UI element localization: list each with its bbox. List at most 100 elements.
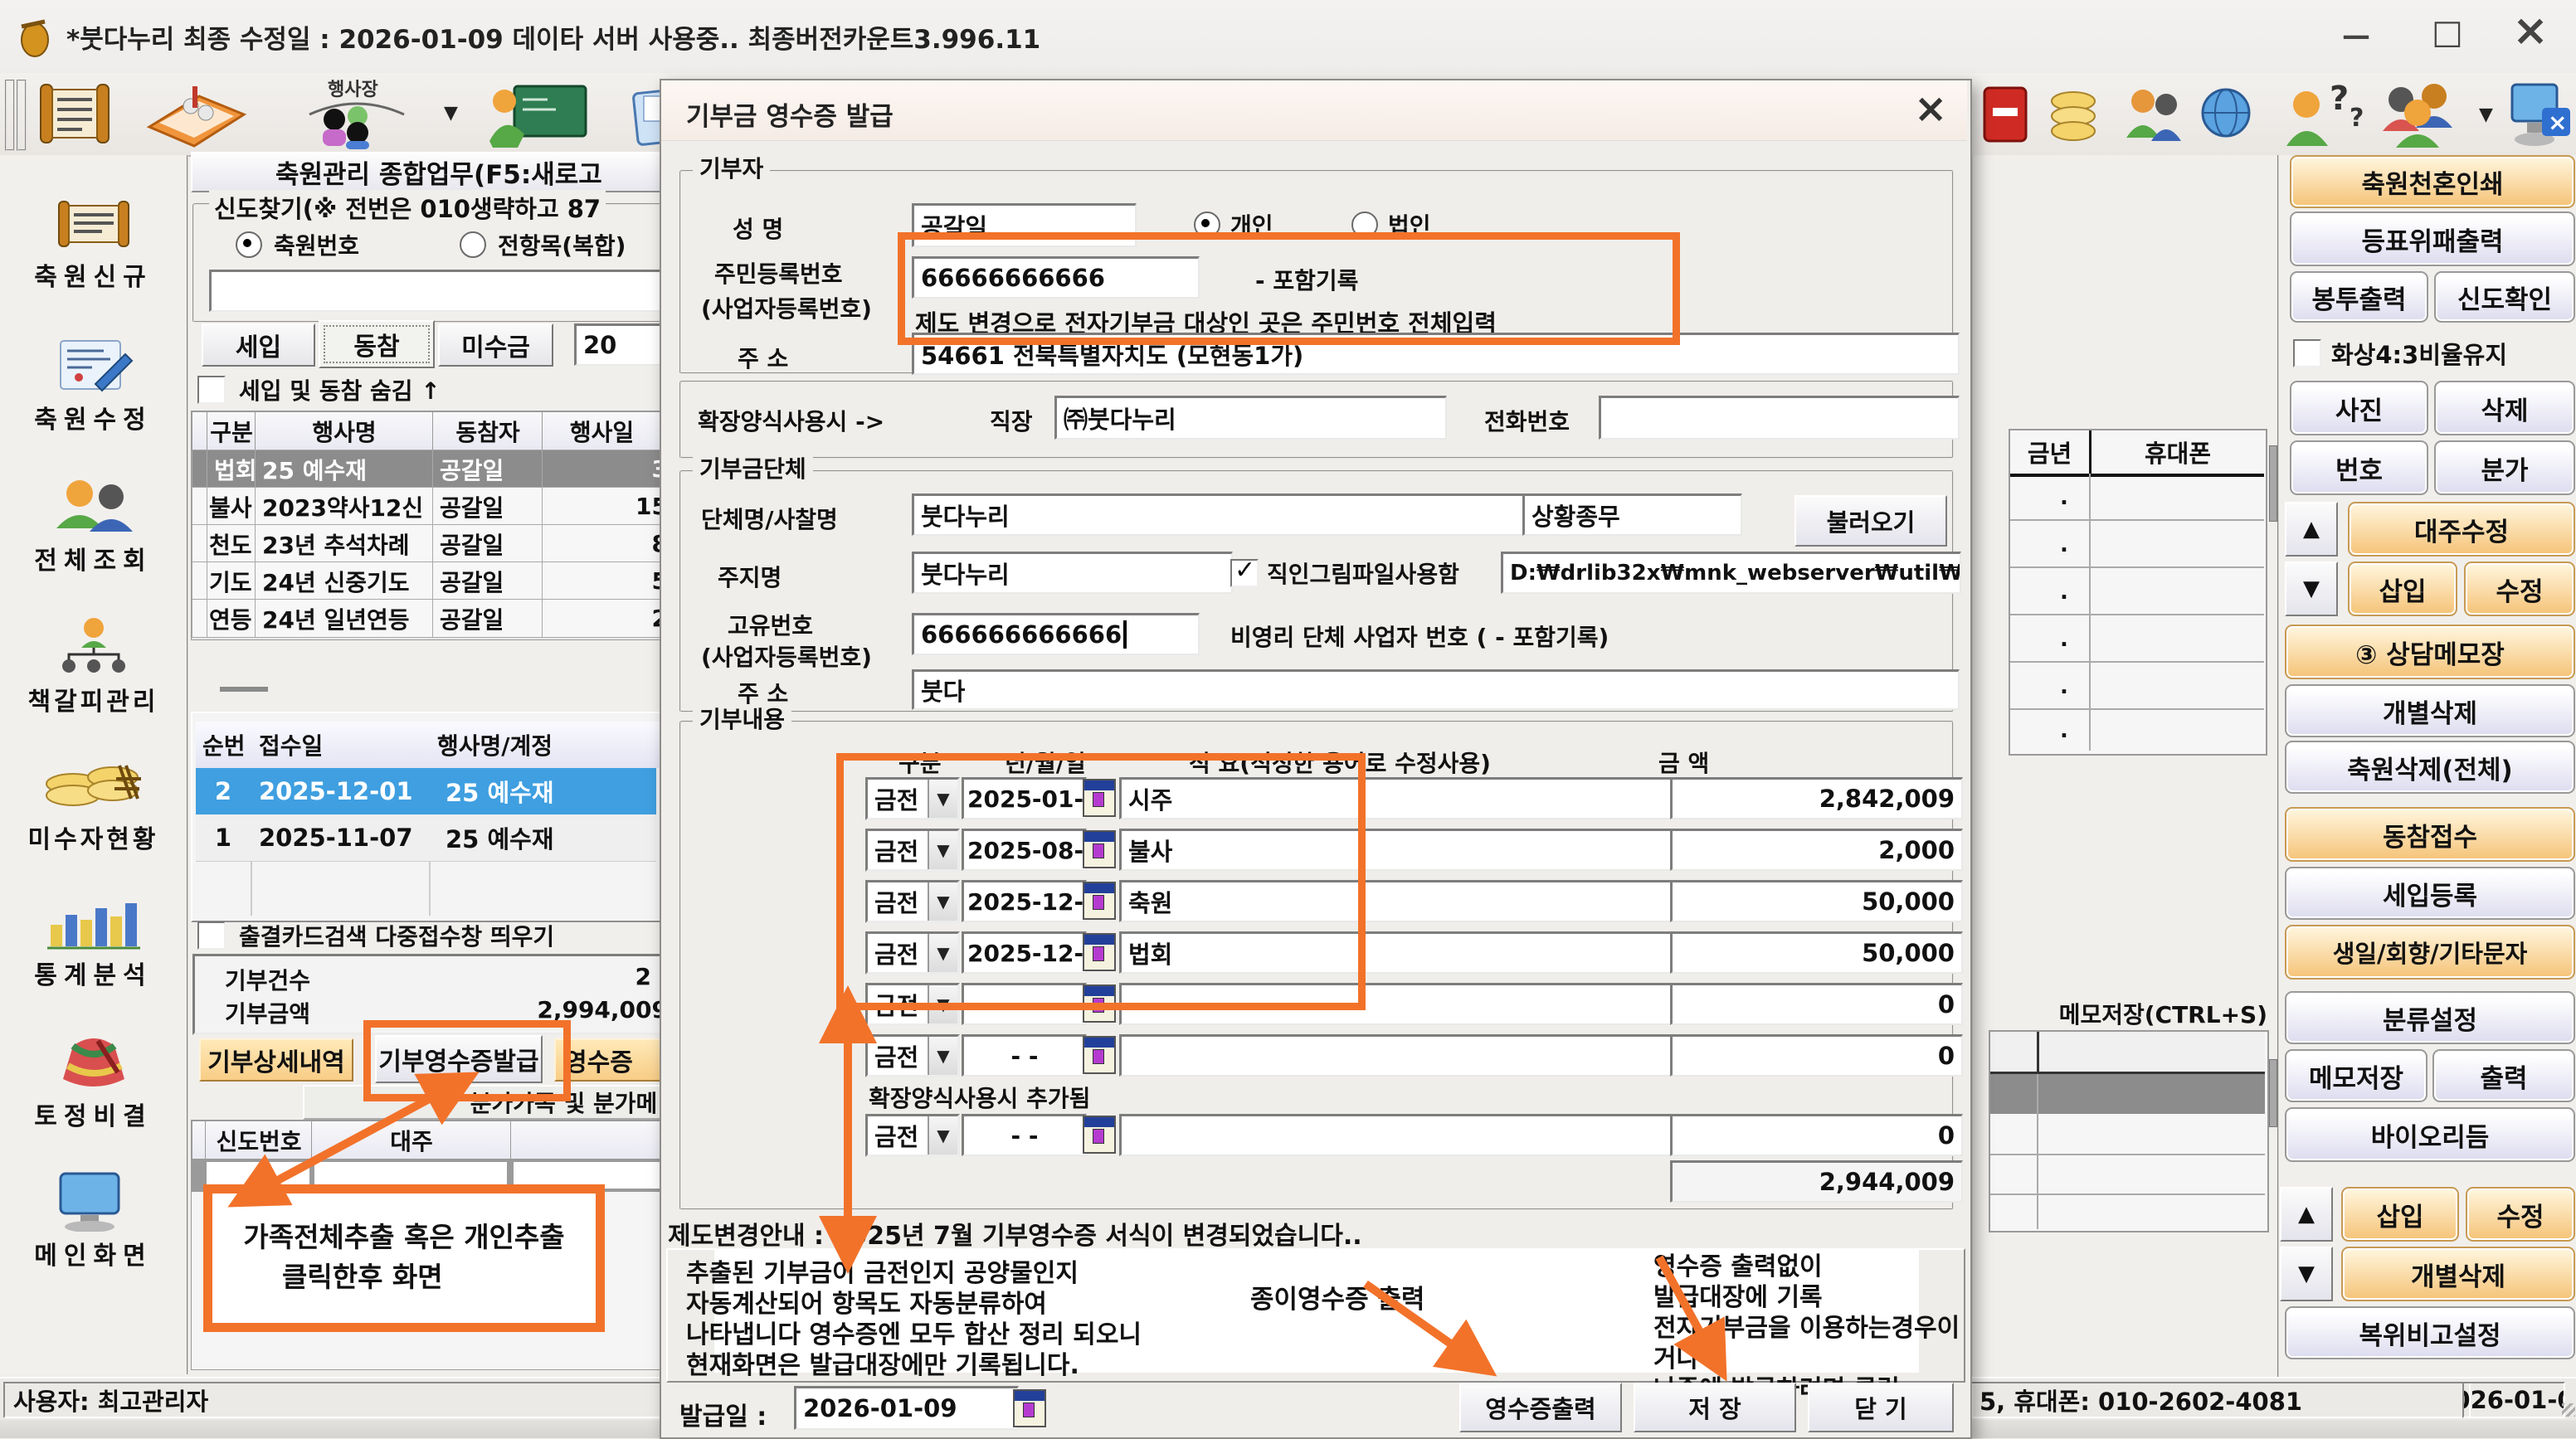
donation-date-input[interactable]: - - (962, 1034, 1087, 1077)
donation-date-input[interactable]: 2025-08-04 (962, 829, 1087, 871)
table-row[interactable]: 1 2025-11-07 25 예수재 (196, 814, 656, 862)
sidebar-item-unpaid[interactable]: 미수자현황 (0, 754, 187, 855)
toolbar-help-person-icon[interactable]: ?? (2273, 80, 2364, 153)
donation-desc-input[interactable]: 법회 (1119, 931, 1674, 974)
table-row[interactable]: 천도 23년 추석차례 공갈일 8 (192, 524, 660, 562)
blessing-print-button[interactable]: 축원천혼인쇄 (2290, 155, 2575, 208)
calendar-icon[interactable] (1083, 933, 1116, 971)
minimize-button[interactable]: — (2323, 13, 2389, 58)
toolbar-ledger-icon[interactable] (141, 81, 249, 151)
table-row[interactable] (1990, 1074, 2265, 1114)
table-row[interactable]: . (2010, 710, 2264, 751)
donation-amount-input[interactable]: 50,000 (1670, 880, 1963, 922)
toolbar-redbook-icon[interactable] (1981, 83, 2029, 149)
donation-desc-input[interactable] (1119, 983, 1674, 1025)
tab-unpaid[interactable]: 미수금 (438, 323, 553, 367)
donation-date-input[interactable]: - - (962, 983, 1087, 1025)
insert2-button[interactable]: 삽입 (2341, 1187, 2459, 1242)
scroll-up2-button[interactable]: ▲ (2280, 1187, 2333, 1242)
sms-button[interactable]: 생일/회향/기타문자 (2285, 925, 2575, 980)
table-row[interactable] (1990, 1155, 2265, 1195)
radio-blessing-number[interactable]: 축원번호 (236, 228, 359, 261)
toolbar-dropdown2-icon[interactable]: ▼ (2479, 105, 2493, 125)
scroll-down-button[interactable]: ▼ (2285, 562, 2338, 616)
table-row[interactable]: . (2010, 474, 2264, 521)
table-row[interactable]: . (2010, 521, 2264, 568)
donation-date-input[interactable]: 2025-01-14 (962, 777, 1087, 819)
category-button[interactable]: 분류설정 (2285, 991, 2575, 1044)
edit2-button[interactable]: 수정 (2466, 1187, 2575, 1242)
delete-each2-button[interactable]: 개별삭제 (2341, 1247, 2575, 1301)
calendar-icon[interactable] (1083, 882, 1116, 920)
donation-type-select[interactable]: 금전▼ (865, 777, 960, 820)
donation-detail-button[interactable]: 기부상세내역 (199, 1038, 353, 1082)
income-register-button[interactable]: 세입등록 (2285, 867, 2575, 920)
donation-type-select[interactable]: 금전▼ (865, 931, 960, 975)
edit-button[interactable]: 수정 (2464, 562, 2575, 616)
donation-date-input[interactable]: - - (962, 1114, 1087, 1156)
donation-type-select[interactable]: 금전▼ (865, 880, 960, 923)
toolbar-goldcoins-icon[interactable] (2045, 81, 2103, 151)
org-name-input[interactable]: 붓다누리 (912, 493, 1531, 536)
calendar-icon[interactable] (1083, 830, 1116, 868)
memo-pad-button[interactable]: ③ 상담메모장 (2285, 625, 2575, 679)
donation-type-select[interactable]: 금전▼ (865, 983, 960, 1026)
output-button[interactable]: 출력 (2432, 1049, 2575, 1102)
tablet-print-button[interactable]: 등표위패출력 (2290, 211, 2575, 266)
table-row[interactable] (1990, 1116, 2265, 1155)
calendar-icon[interactable] (1083, 1036, 1116, 1074)
tab-join[interactable]: 동참 (319, 320, 435, 368)
radio-individual[interactable]: 개인 (1194, 208, 1273, 241)
donation-amount-input[interactable]: 2,000 (1670, 829, 1963, 871)
donation-type-select[interactable]: 금전▼ (865, 1114, 960, 1157)
close-button[interactable]: × (2497, 7, 2564, 55)
calendar-icon[interactable] (1083, 779, 1116, 817)
sidebar-item-bookmark[interactable]: 책갈피관리 (0, 616, 187, 717)
toolbar-scroll-icon[interactable] (37, 78, 112, 153)
phone-input[interactable] (1599, 396, 1960, 440)
toolbar-globe-icon[interactable] (2199, 85, 2253, 146)
resize-grip[interactable] (2562, 1403, 2575, 1417)
column-header[interactable]: 휴대폰 (2091, 430, 2264, 477)
dialog-close-icon[interactable]: × (1914, 85, 1947, 132)
scrollbar-thumb[interactable] (2269, 1059, 2277, 1127)
seal-path-input[interactable]: D:₩drlib32x₩mnk_webserver₩util₩bmp (1501, 552, 1961, 594)
save-button[interactable]: 저 장 (1634, 1383, 1796, 1432)
issue-date-input[interactable]: 2026-01-09 (794, 1386, 1019, 1430)
scroll-down2-button[interactable]: ▼ (2280, 1247, 2333, 1301)
table-row[interactable]: . (2010, 568, 2264, 615)
donation-amount-input[interactable]: 0 (1670, 1114, 1963, 1156)
table-row[interactable]: 연등 24년 일년연등 공갈일 2 (192, 599, 660, 636)
table-row[interactable]: 2 2025-12-01 25 예수재 (196, 768, 656, 814)
donation-type-select[interactable]: 금전▼ (865, 829, 960, 872)
maximize-button[interactable]: □ (2414, 10, 2481, 55)
delete-button[interactable]: 삭제 (2434, 381, 2575, 435)
donation-desc-input[interactable]: 시주 (1119, 777, 1674, 819)
card-search-checkbox-row[interactable]: 출결카드검색 다중접수창 띄우기 (197, 919, 554, 952)
donation-amount-input[interactable]: 2,842,009 (1670, 777, 1963, 819)
table-row[interactable]: . (2010, 615, 2264, 663)
table-row[interactable]: 법회 25 예수재 공갈일 3 (192, 450, 660, 487)
abbot-input[interactable]: 붓다누리 (912, 552, 1233, 594)
donation-type-select[interactable]: 금전▼ (865, 1034, 960, 1077)
aspect-ratio-checkbox[interactable]: 화상4:3비율유지 (2293, 336, 2507, 371)
donation-desc-input[interactable] (1119, 1114, 1674, 1156)
donation-receipt-issue-button[interactable]: 기부영수증발급 (375, 1035, 543, 1083)
toolbar-exit-icon[interactable]: × (2505, 80, 2572, 153)
donation-desc-input[interactable]: 축원 (1119, 880, 1674, 922)
sidebar-item-new[interactable]: 축원신규 (0, 195, 187, 293)
donation-amount-input[interactable]: 0 (1670, 983, 1963, 1025)
join-receipt-button[interactable]: 동참접수 (2285, 807, 2575, 862)
splitter-strip[interactable] (191, 655, 660, 707)
dialog-title-bar[interactable]: 기부금 영수증 발급 × (661, 80, 1967, 141)
envelope-print-button[interactable]: 봉투출력 (2290, 271, 2428, 323)
toolbar-people-pair-icon[interactable] (2120, 83, 2186, 149)
sidebar-item-viewall[interactable]: 전체조회 (0, 477, 187, 576)
scroll-up-button[interactable]: ▲ (2285, 502, 2338, 557)
radio-all-items[interactable]: 전항목(복합) (460, 228, 626, 261)
memo-save-button[interactable]: 메모저장 (2285, 1049, 2427, 1102)
toolbar-group-icon[interactable] (2373, 78, 2464, 154)
print-receipt-button[interactable]: 영수증출력 (1459, 1383, 1622, 1432)
donation-amount-input[interactable]: 50,000 (1670, 931, 1963, 974)
seal-checkbox[interactable]: 직인그림파일사용함 (1230, 557, 1459, 590)
